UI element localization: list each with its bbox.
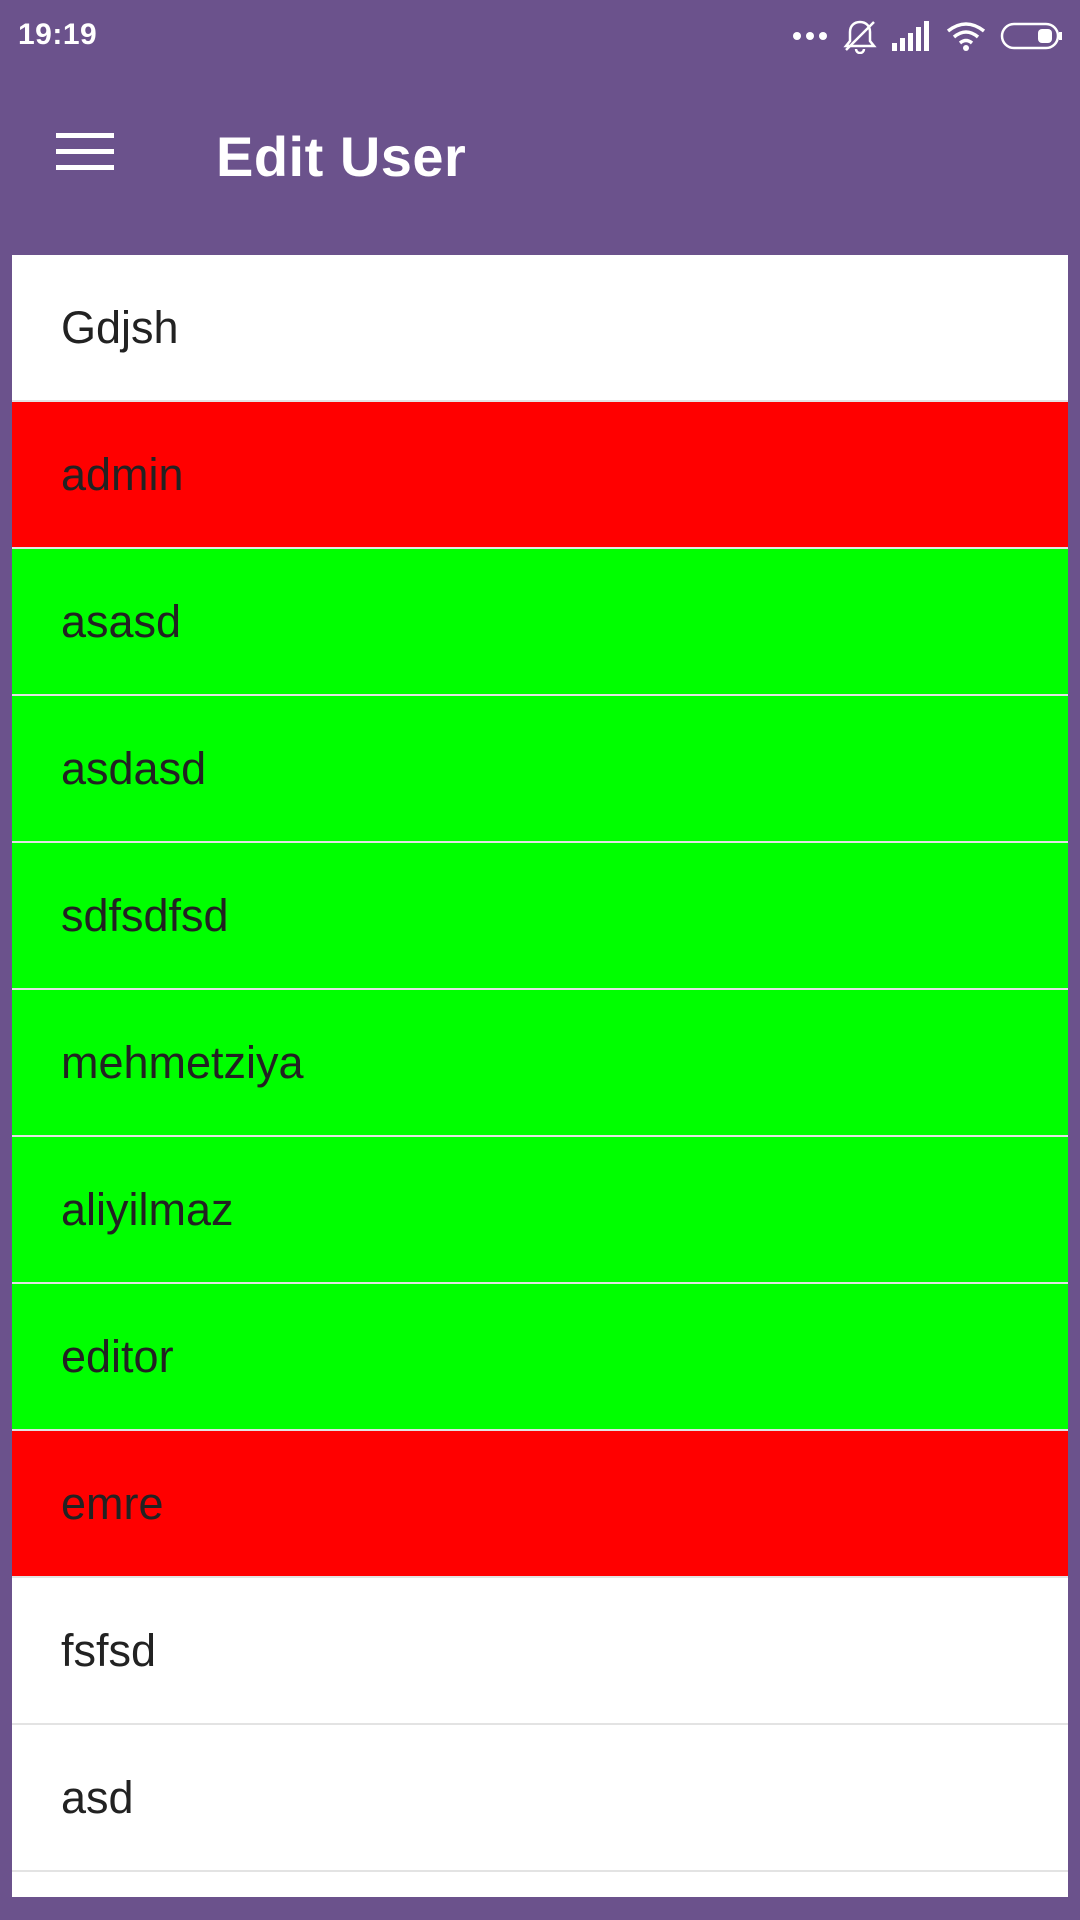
user-name-label: asdasd <box>61 742 207 794</box>
user-name-label: fsfsd <box>61 1624 157 1676</box>
user-name-label: Gdjsh <box>61 301 179 353</box>
user-name-label: emre <box>61 1477 164 1529</box>
user-list-item[interactable]: aliyilmaz <box>12 1137 1068 1284</box>
user-list-item[interactable]: mehmetziya <box>12 990 1068 1137</box>
user-list-item[interactable]: sdfsdfsd <box>12 843 1068 990</box>
wifi-icon <box>946 21 986 51</box>
menu-button[interactable] <box>40 114 130 194</box>
user-list-item[interactable]: asasd <box>12 549 1068 696</box>
user-list-item[interactable]: emre <box>12 1431 1068 1578</box>
page-title: Edit User <box>216 125 467 188</box>
user-list-item[interactable]: admin <box>12 402 1068 549</box>
user-list-item[interactable]: asdasd <box>12 696 1068 843</box>
user-name-label: asd <box>61 1771 134 1823</box>
status-time: 19:19 <box>18 18 98 51</box>
status-bar: 19:19 <box>0 0 1080 74</box>
user-list-item[interactable]: editor <box>12 1284 1068 1431</box>
hamburger-menu-icon[interactable] <box>56 131 114 178</box>
more-dots-icon <box>792 31 828 41</box>
user-list-item[interactable]: asd <box>12 1725 1068 1872</box>
user-name-label: editor <box>61 1330 174 1382</box>
user-list: Gdjsh admin asasd asdasd sdfsdfsd mehmetziya a… <box>12 255 1068 1897</box>
battery-icon <box>1000 21 1064 51</box>
user-name-label: sdfsdfsd <box>61 889 229 941</box>
user-name-label: asasd <box>61 595 182 647</box>
user-list-item[interactable]: fsfsd <box>12 1578 1068 1725</box>
user-name-label: aliyilmaz <box>61 1183 234 1235</box>
app-bar: Edit User <box>0 74 1080 254</box>
status-icons <box>792 18 1064 54</box>
signal-icon <box>892 21 932 51</box>
user-name-label: admin <box>61 448 184 500</box>
user-name-label: mehmetziya <box>61 1036 304 1088</box>
user-list-item[interactable]: Gdjsh <box>12 255 1068 402</box>
bell-off-icon <box>842 18 878 54</box>
